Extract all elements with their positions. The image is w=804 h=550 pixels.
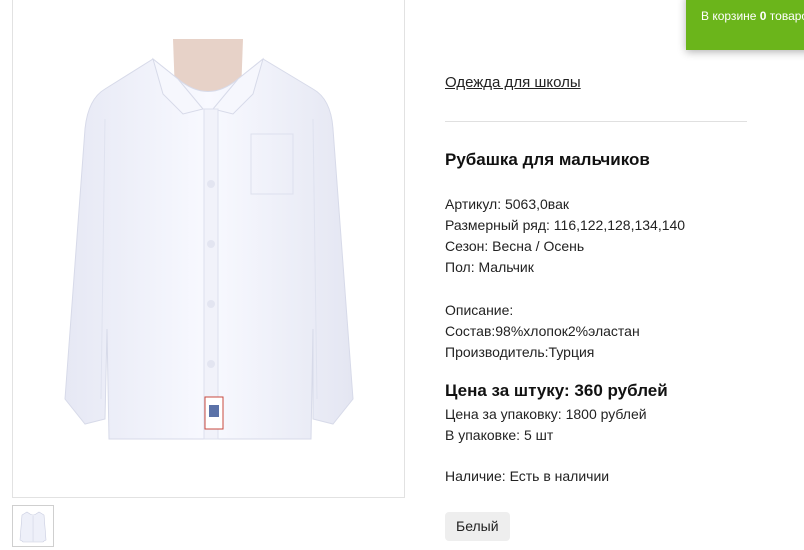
attribute-season: Сезон: Весна / Осень bbox=[445, 238, 585, 254]
shirt-thumbnail-icon bbox=[19, 511, 47, 543]
shirt-image bbox=[64, 39, 354, 440]
pack-info: Цена за упаковку: 1800 рублей В упаковке… bbox=[445, 404, 647, 446]
product-attributes: Артикул: 5063,0вак Размерный ряд: 116,12… bbox=[445, 194, 685, 278]
attribute-sizes: Размерный ряд: 116,122,128,134,140 bbox=[445, 217, 686, 233]
availability: Наличие: Есть в наличии bbox=[445, 468, 610, 484]
pack-size: В упаковке: 5 шт bbox=[445, 427, 554, 443]
description-label: Описание: bbox=[445, 302, 514, 318]
cart-prefix: В корзине bbox=[701, 9, 760, 23]
product-title: Рубашка для мальчиков bbox=[445, 150, 650, 169]
divider bbox=[445, 121, 747, 122]
manufacturer: Производитель:Турция bbox=[445, 344, 595, 360]
attribute-gender: Пол: Мальчик bbox=[445, 259, 534, 275]
product-description: Описание: Состав:98%хлопок2%эластан Прои… bbox=[445, 300, 640, 363]
cart-notification[interactable]: В корзине 0 товаров bbox=[686, 0, 804, 50]
price-per-piece: Цена за штуку: 360 рублей bbox=[445, 381, 668, 400]
product-thumbnail[interactable] bbox=[12, 505, 54, 547]
price-per-pack: Цена за упаковку: 1800 рублей bbox=[445, 406, 647, 422]
product-main-image[interactable] bbox=[12, 0, 405, 498]
attribute-sku: Артикул: 5063,0вак bbox=[445, 196, 569, 212]
cart-suffix: товаров bbox=[769, 9, 804, 23]
color-option-button[interactable]: Белый bbox=[445, 512, 510, 541]
composition: Состав:98%хлопок2%эластан bbox=[445, 323, 640, 339]
category-link[interactable]: Одежда для школы bbox=[445, 74, 581, 91]
